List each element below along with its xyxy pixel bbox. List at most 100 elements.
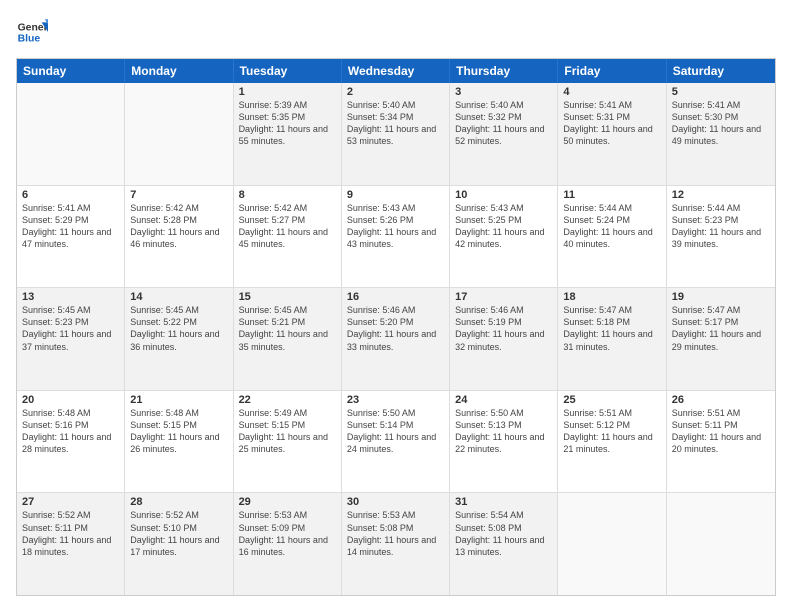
calendar-cell: 4Sunrise: 5:41 AM Sunset: 5:31 PM Daylig… — [558, 83, 666, 185]
calendar-header: SundayMondayTuesdayWednesdayThursdayFrid… — [17, 59, 775, 83]
day-number: 5 — [672, 86, 770, 98]
calendar-cell: 29Sunrise: 5:53 AM Sunset: 5:09 PM Dayli… — [234, 493, 342, 595]
day-info: Sunrise: 5:45 AM Sunset: 5:23 PM Dayligh… — [22, 304, 119, 353]
calendar-cell: 19Sunrise: 5:47 AM Sunset: 5:17 PM Dayli… — [667, 288, 775, 390]
day-number: 20 — [22, 394, 119, 406]
day-info: Sunrise: 5:41 AM Sunset: 5:30 PM Dayligh… — [672, 99, 770, 148]
calendar-cell: 9Sunrise: 5:43 AM Sunset: 5:26 PM Daylig… — [342, 186, 450, 288]
day-number: 4 — [563, 86, 660, 98]
calendar-cell: 6Sunrise: 5:41 AM Sunset: 5:29 PM Daylig… — [17, 186, 125, 288]
calendar-cell: 27Sunrise: 5:52 AM Sunset: 5:11 PM Dayli… — [17, 493, 125, 595]
day-info: Sunrise: 5:54 AM Sunset: 5:08 PM Dayligh… — [455, 509, 552, 558]
day-number: 30 — [347, 496, 444, 508]
calendar-cell — [667, 493, 775, 595]
header: General Blue — [16, 16, 776, 48]
day-info: Sunrise: 5:48 AM Sunset: 5:15 PM Dayligh… — [130, 407, 227, 456]
day-number: 26 — [672, 394, 770, 406]
calendar-cell: 13Sunrise: 5:45 AM Sunset: 5:23 PM Dayli… — [17, 288, 125, 390]
header-day-sunday: Sunday — [17, 59, 125, 83]
day-info: Sunrise: 5:45 AM Sunset: 5:21 PM Dayligh… — [239, 304, 336, 353]
day-number: 6 — [22, 189, 119, 201]
day-number: 23 — [347, 394, 444, 406]
day-info: Sunrise: 5:52 AM Sunset: 5:10 PM Dayligh… — [130, 509, 227, 558]
day-info: Sunrise: 5:51 AM Sunset: 5:11 PM Dayligh… — [672, 407, 770, 456]
day-number: 15 — [239, 291, 336, 303]
day-number: 1 — [239, 86, 336, 98]
day-info: Sunrise: 5:50 AM Sunset: 5:13 PM Dayligh… — [455, 407, 552, 456]
day-number: 2 — [347, 86, 444, 98]
calendar-cell — [125, 83, 233, 185]
day-number: 22 — [239, 394, 336, 406]
header-day-monday: Monday — [125, 59, 233, 83]
day-info: Sunrise: 5:46 AM Sunset: 5:19 PM Dayligh… — [455, 304, 552, 353]
calendar-row: 13Sunrise: 5:45 AM Sunset: 5:23 PM Dayli… — [17, 288, 775, 391]
calendar-row: 27Sunrise: 5:52 AM Sunset: 5:11 PM Dayli… — [17, 493, 775, 595]
svg-text:Blue: Blue — [18, 34, 41, 45]
calendar-cell — [558, 493, 666, 595]
day-info: Sunrise: 5:46 AM Sunset: 5:20 PM Dayligh… — [347, 304, 444, 353]
day-number: 10 — [455, 189, 552, 201]
day-info: Sunrise: 5:50 AM Sunset: 5:14 PM Dayligh… — [347, 407, 444, 456]
page: General Blue SundayMondayTuesdayWednesda… — [0, 0, 792, 612]
day-number: 24 — [455, 394, 552, 406]
day-info: Sunrise: 5:43 AM Sunset: 5:26 PM Dayligh… — [347, 202, 444, 251]
day-info: Sunrise: 5:47 AM Sunset: 5:18 PM Dayligh… — [563, 304, 660, 353]
header-day-wednesday: Wednesday — [342, 59, 450, 83]
calendar: SundayMondayTuesdayWednesdayThursdayFrid… — [16, 58, 776, 596]
day-number: 11 — [563, 189, 660, 201]
header-day-saturday: Saturday — [667, 59, 775, 83]
calendar-cell: 30Sunrise: 5:53 AM Sunset: 5:08 PM Dayli… — [342, 493, 450, 595]
day-info: Sunrise: 5:45 AM Sunset: 5:22 PM Dayligh… — [130, 304, 227, 353]
calendar-cell: 18Sunrise: 5:47 AM Sunset: 5:18 PM Dayli… — [558, 288, 666, 390]
day-info: Sunrise: 5:42 AM Sunset: 5:28 PM Dayligh… — [130, 202, 227, 251]
calendar-cell: 7Sunrise: 5:42 AM Sunset: 5:28 PM Daylig… — [125, 186, 233, 288]
day-number: 12 — [672, 189, 770, 201]
day-info: Sunrise: 5:53 AM Sunset: 5:08 PM Dayligh… — [347, 509, 444, 558]
calendar-row: 1Sunrise: 5:39 AM Sunset: 5:35 PM Daylig… — [17, 83, 775, 186]
calendar-cell: 2Sunrise: 5:40 AM Sunset: 5:34 PM Daylig… — [342, 83, 450, 185]
day-number: 28 — [130, 496, 227, 508]
day-info: Sunrise: 5:47 AM Sunset: 5:17 PM Dayligh… — [672, 304, 770, 353]
day-number: 21 — [130, 394, 227, 406]
day-number: 31 — [455, 496, 552, 508]
calendar-cell: 20Sunrise: 5:48 AM Sunset: 5:16 PM Dayli… — [17, 391, 125, 493]
day-number: 7 — [130, 189, 227, 201]
day-info: Sunrise: 5:42 AM Sunset: 5:27 PM Dayligh… — [239, 202, 336, 251]
calendar-row: 6Sunrise: 5:41 AM Sunset: 5:29 PM Daylig… — [17, 186, 775, 289]
calendar-cell: 28Sunrise: 5:52 AM Sunset: 5:10 PM Dayli… — [125, 493, 233, 595]
day-number: 3 — [455, 86, 552, 98]
day-number: 29 — [239, 496, 336, 508]
day-number: 16 — [347, 291, 444, 303]
calendar-cell: 14Sunrise: 5:45 AM Sunset: 5:22 PM Dayli… — [125, 288, 233, 390]
header-day-friday: Friday — [558, 59, 666, 83]
day-number: 9 — [347, 189, 444, 201]
day-info: Sunrise: 5:41 AM Sunset: 5:31 PM Dayligh… — [563, 99, 660, 148]
calendar-cell: 25Sunrise: 5:51 AM Sunset: 5:12 PM Dayli… — [558, 391, 666, 493]
calendar-cell: 16Sunrise: 5:46 AM Sunset: 5:20 PM Dayli… — [342, 288, 450, 390]
calendar-body: 1Sunrise: 5:39 AM Sunset: 5:35 PM Daylig… — [17, 83, 775, 595]
day-info: Sunrise: 5:44 AM Sunset: 5:24 PM Dayligh… — [563, 202, 660, 251]
day-info: Sunrise: 5:44 AM Sunset: 5:23 PM Dayligh… — [672, 202, 770, 251]
calendar-row: 20Sunrise: 5:48 AM Sunset: 5:16 PM Dayli… — [17, 391, 775, 494]
day-info: Sunrise: 5:40 AM Sunset: 5:34 PM Dayligh… — [347, 99, 444, 148]
calendar-cell: 3Sunrise: 5:40 AM Sunset: 5:32 PM Daylig… — [450, 83, 558, 185]
day-number: 27 — [22, 496, 119, 508]
calendar-cell: 31Sunrise: 5:54 AM Sunset: 5:08 PM Dayli… — [450, 493, 558, 595]
day-number: 19 — [672, 291, 770, 303]
day-info: Sunrise: 5:52 AM Sunset: 5:11 PM Dayligh… — [22, 509, 119, 558]
calendar-cell: 11Sunrise: 5:44 AM Sunset: 5:24 PM Dayli… — [558, 186, 666, 288]
day-number: 14 — [130, 291, 227, 303]
day-info: Sunrise: 5:40 AM Sunset: 5:32 PM Dayligh… — [455, 99, 552, 148]
day-info: Sunrise: 5:43 AM Sunset: 5:25 PM Dayligh… — [455, 202, 552, 251]
day-number: 18 — [563, 291, 660, 303]
calendar-cell: 1Sunrise: 5:39 AM Sunset: 5:35 PM Daylig… — [234, 83, 342, 185]
calendar-cell: 22Sunrise: 5:49 AM Sunset: 5:15 PM Dayli… — [234, 391, 342, 493]
calendar-cell: 24Sunrise: 5:50 AM Sunset: 5:13 PM Dayli… — [450, 391, 558, 493]
calendar-cell: 17Sunrise: 5:46 AM Sunset: 5:19 PM Dayli… — [450, 288, 558, 390]
calendar-cell: 10Sunrise: 5:43 AM Sunset: 5:25 PM Dayli… — [450, 186, 558, 288]
day-info: Sunrise: 5:41 AM Sunset: 5:29 PM Dayligh… — [22, 202, 119, 251]
header-day-tuesday: Tuesday — [234, 59, 342, 83]
day-number: 13 — [22, 291, 119, 303]
day-number: 8 — [239, 189, 336, 201]
day-info: Sunrise: 5:51 AM Sunset: 5:12 PM Dayligh… — [563, 407, 660, 456]
